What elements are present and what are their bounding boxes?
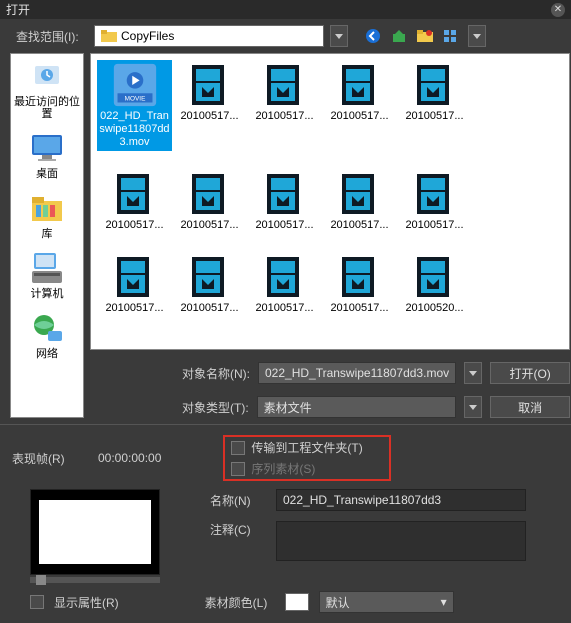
options-highlight: 传输到工程文件夹(T) 序列素材(S) [223, 435, 391, 481]
chevron-down-icon [469, 405, 477, 410]
show-attr-label: 显示属性(R) [54, 594, 119, 611]
lookin-label: 查找范围(I): [16, 28, 88, 45]
dialog-title: 打开 [6, 1, 30, 18]
object-type-select[interactable]: 素材文件 [257, 396, 456, 418]
clip-file-icon [337, 171, 383, 217]
clip-file-icon [262, 254, 308, 300]
place-desktop[interactable]: 桌面 [11, 130, 83, 180]
file-label: 20100517... [330, 219, 388, 232]
back-icon[interactable] [364, 27, 382, 45]
clip-file-icon [187, 62, 233, 108]
file-label: 20100517... [105, 219, 163, 232]
file-item[interactable]: 20100517... [97, 252, 172, 317]
comment-label: 注释(C) [210, 521, 266, 538]
timecode: 00:00:00:00 [98, 451, 161, 465]
object-name-label: 对象名称(N): [182, 365, 250, 382]
view-dropdown-button[interactable] [468, 25, 486, 47]
file-item[interactable]: 20100517... [172, 169, 247, 234]
name-label: 名称(N) [210, 492, 266, 509]
name-input[interactable]: 022_HD_Transwipe11807dd3 [276, 489, 526, 511]
chevron-down-icon [469, 371, 477, 376]
file-label: 20100517... [255, 302, 313, 315]
places-bar: 最近访问的位置 桌面 库 计算机 网络 [10, 53, 84, 418]
file-label: 022_HD_Transwipe11807dd3.mov [99, 110, 170, 149]
place-library[interactable]: 库 [11, 190, 83, 240]
file-label: 20100517... [330, 302, 388, 315]
clip-file-icon [187, 254, 233, 300]
comment-input[interactable] [276, 521, 526, 561]
file-item[interactable]: 20100517... [97, 169, 172, 234]
file-item[interactable]: 20100517... [322, 169, 397, 234]
file-item[interactable]: 20100517... [247, 60, 322, 151]
close-icon[interactable]: ✕ [551, 3, 565, 17]
clip-file-icon [337, 62, 383, 108]
open-button[interactable]: 打开(O) [490, 362, 570, 384]
file-label: 20100517... [180, 110, 238, 123]
file-label: 20100517... [405, 110, 463, 123]
file-label: 20100517... [180, 219, 238, 232]
checkbox-icon[interactable] [231, 462, 245, 476]
clip-file-icon [337, 254, 383, 300]
checkbox-icon[interactable] [231, 441, 245, 455]
chevron-down-icon [335, 34, 343, 39]
object-type-dropdown[interactable] [464, 396, 482, 418]
new-folder-icon[interactable] [416, 27, 434, 45]
lookin-dropdown-button[interactable] [330, 25, 348, 47]
file-label: 20100517... [180, 302, 238, 315]
file-list[interactable]: MOVIE 022_HD_Transwipe11807dd3.mov 2010051… [90, 53, 570, 350]
place-computer[interactable]: 计算机 [11, 250, 83, 300]
file-label: 20100517... [255, 219, 313, 232]
file-item[interactable]: 20100520... [397, 252, 472, 317]
up-icon[interactable] [390, 27, 408, 45]
view-icon[interactable] [442, 27, 460, 45]
object-name-field[interactable]: 022_HD_Transwipe11807dd3.mov [258, 362, 456, 384]
folder-icon [101, 29, 117, 43]
lookin-select[interactable]: CopyFiles [94, 25, 324, 47]
file-item[interactable]: 20100517... [172, 60, 247, 151]
file-label: 20100517... [405, 219, 463, 232]
place-recent[interactable]: 最近访问的位置 [11, 58, 83, 120]
preview-thumbnail [30, 489, 160, 575]
file-item[interactable]: 20100517... [247, 252, 322, 317]
svg-text:MOVIE: MOVIE [124, 96, 145, 103]
clip-file-icon [412, 62, 458, 108]
place-network[interactable]: 网络 [11, 310, 83, 360]
clip-file-icon [412, 254, 458, 300]
file-label: 20100520... [405, 302, 463, 315]
color-swatch[interactable] [285, 593, 309, 611]
clip-file-icon [112, 254, 158, 300]
clip-file-icon [262, 171, 308, 217]
cancel-button[interactable]: 取消 [490, 396, 570, 418]
file-item[interactable]: 20100517... [172, 252, 247, 317]
clip-file-icon [187, 171, 233, 217]
lookin-value: CopyFiles [121, 29, 317, 43]
checkbox-icon[interactable] [30, 595, 44, 609]
clip-file-icon [412, 171, 458, 217]
titlebar: 打开 ✕ [0, 0, 571, 19]
file-label: 20100517... [255, 110, 313, 123]
file-label: 20100517... [330, 110, 388, 123]
sequence-option[interactable]: 序列素材(S) [231, 460, 383, 477]
movie-file-icon: MOVIE [112, 62, 158, 108]
file-item[interactable]: 20100517... [322, 60, 397, 151]
file-item[interactable]: 20100517... [397, 169, 472, 234]
object-type-label: 对象类型(T): [182, 399, 249, 416]
scrub-slider[interactable] [30, 577, 160, 583]
transfer-option[interactable]: 传输到工程文件夹(T) [231, 439, 383, 456]
clip-file-icon [262, 62, 308, 108]
chevron-down-icon [473, 34, 481, 39]
file-item[interactable]: 20100517... [322, 252, 397, 317]
file-label: 20100517... [105, 302, 163, 315]
chevron-down-icon: ▾ [441, 595, 447, 609]
clip-color-label: 素材颜色(L) [205, 594, 275, 611]
file-item[interactable]: 20100517... [397, 60, 472, 151]
object-name-dropdown[interactable] [464, 362, 482, 384]
clip-color-select[interactable]: 默认 ▾ [319, 591, 454, 613]
clip-file-icon [112, 171, 158, 217]
file-item[interactable]: 20100517... [247, 169, 322, 234]
preview-frame-label: 表现帧(R) [12, 450, 68, 467]
file-item[interactable]: MOVIE 022_HD_Transwipe11807dd3.mov [97, 60, 172, 151]
